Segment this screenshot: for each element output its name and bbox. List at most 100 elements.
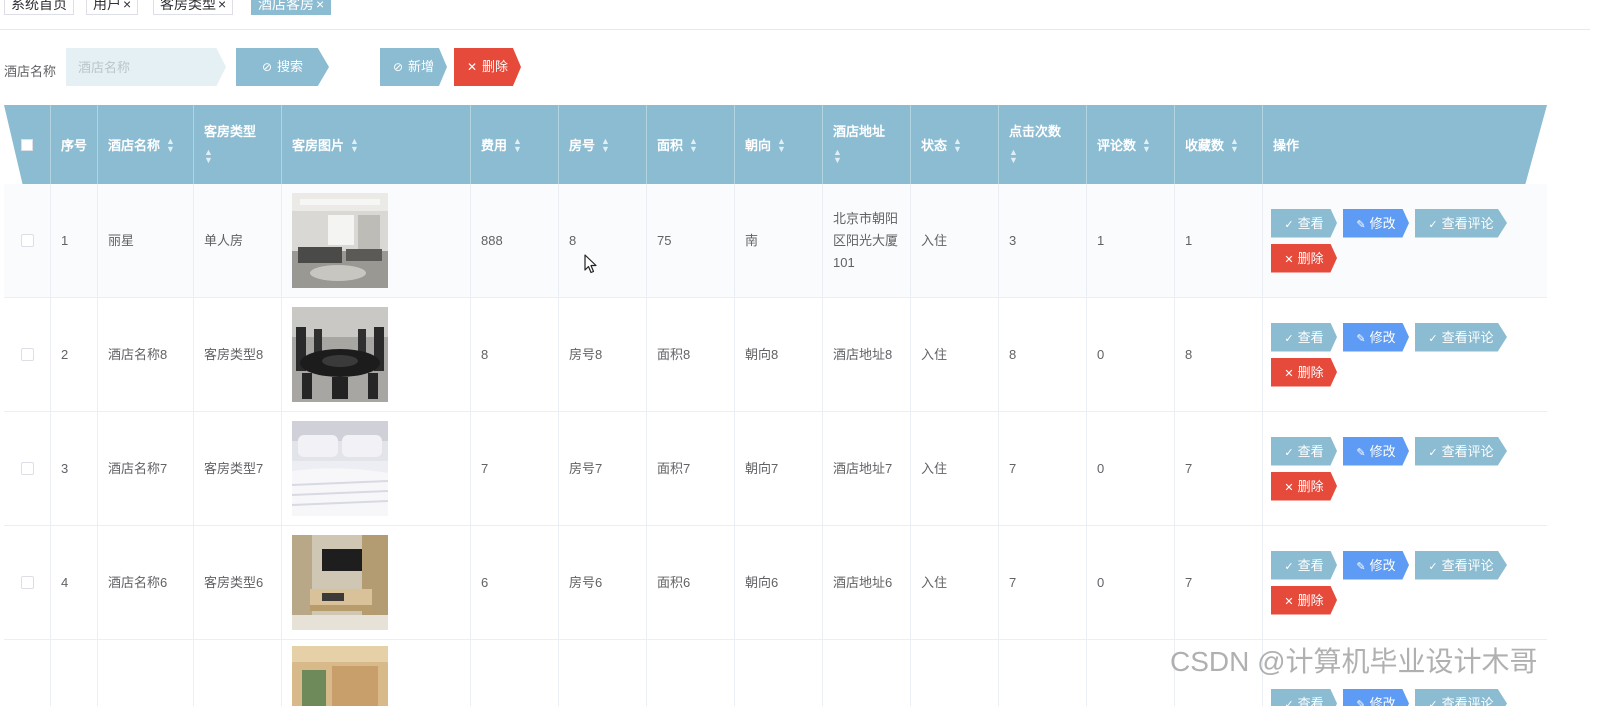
add-button[interactable]: ⊘ 新增 [380,48,447,86]
clicks-cell: 7 [999,526,1087,639]
close-icon[interactable]: × [218,0,226,12]
view-comments-button[interactable]: ✓ 查看评论 [1415,208,1507,238]
view-button[interactable]: ✓ 查看 [1271,550,1337,580]
select-all-checkbox[interactable] [21,138,33,151]
row-checkbox[interactable] [20,462,34,475]
row-select-cell [4,412,51,525]
edit-button[interactable]: ✎ 修改 [1343,322,1409,352]
column-header-status[interactable]: 状态 ▲ ▼ [911,105,999,184]
edit-button-label: 修改 [1369,557,1396,573]
select-all-cell [4,105,51,184]
view-comments-button-label: 查看评论 [1441,215,1494,231]
address-cell: 酒店地址7 [823,412,911,525]
sort-icon[interactable]: ▲ ▼ [1230,136,1239,153]
edit-button-label: 修改 [1369,696,1396,706]
room-image[interactable] [292,193,388,288]
column-header-clicks[interactable]: 点击次数 ▲ ▼ [999,105,1087,184]
room-image[interactable] [292,421,388,516]
index-cell: 4 [51,526,98,639]
delete-button[interactable]: ✕ 删除 [1271,585,1337,615]
sort-icon[interactable]: ▲ ▼ [777,136,786,153]
add-button-label: 新增 [408,59,435,74]
sort-icon[interactable]: ▲ ▼ [513,136,522,153]
column-header-label: 费用 [481,138,508,153]
row-checkbox[interactable] [20,576,34,589]
close-icon[interactable]: × [123,0,131,12]
room-image[interactable] [292,646,388,706]
sort-icon[interactable]: ▲ ▼ [833,148,842,165]
batch-delete-button[interactable]: ✕ 删除 [454,48,521,86]
row-select-cell [4,640,51,706]
edit-button[interactable]: ✎ 修改 [1343,436,1409,466]
room-type-cell [194,640,282,706]
column-header-fee[interactable]: 费用 ▲ ▼ [471,105,559,184]
tab-label: 系统首页 [11,0,67,12]
edit-button[interactable]: ✎ 修改 [1343,550,1409,580]
column-header-label: 朝向 [745,138,772,153]
search-button[interactable]: ⊘ 搜索 [236,48,329,86]
sort-icon[interactable]: ▲ ▼ [204,148,213,165]
column-header-label: 客房图片 [292,138,345,153]
room-image-cell [282,640,471,706]
tab-hotel-rooms[interactable]: 酒店客房 × [251,0,332,15]
column-header-area[interactable]: 面积 ▲ ▼ [647,105,735,184]
sort-icon[interactable]: ▲ ▼ [953,136,962,153]
hotel-name-search-input[interactable] [66,48,226,86]
sort-icon[interactable]: ▲ ▼ [1142,136,1151,153]
status-cell: 入住 [911,526,999,639]
view-button[interactable]: ✓ 查看 [1271,689,1337,706]
delete-button[interactable]: ✕ 删除 [1271,243,1337,273]
view-button-label: 查看 [1297,215,1324,231]
fee-cell: 7 [471,412,559,525]
view-button[interactable]: ✓ 查看 [1271,322,1337,352]
sort-icon[interactable]: ▲ ▼ [689,136,698,153]
status-cell [911,640,999,706]
view-button[interactable]: ✓ 查看 [1271,436,1337,466]
comments-cell: 0 [1087,526,1175,639]
row-checkbox[interactable] [20,348,34,361]
column-header-room-image[interactable]: 客房图片 ▲ ▼ [282,105,471,184]
column-header-label: 点击次数 [1009,124,1062,139]
view-comments-button[interactable]: ✓ 查看评论 [1415,322,1507,352]
column-header-room-number[interactable]: 房号 ▲ ▼ [559,105,647,184]
column-header-address[interactable]: 酒店地址 ▲ ▼ [823,105,911,184]
room-number-cell: 房号8 [559,298,647,411]
edit-button-label: 修改 [1369,329,1396,345]
facing-cell: 朝向8 [735,298,823,411]
tab-users[interactable]: 用户 × [86,0,139,15]
view-comments-button[interactable]: ✓ 查看评论 [1415,436,1507,466]
column-header-hotel-name[interactable]: 酒店名称 ▲ ▼ [98,105,194,184]
column-header-room-type[interactable]: 客房类型 ▲ ▼ [194,105,282,184]
sort-icon[interactable]: ▲ ▼ [601,136,610,153]
room-image[interactable] [292,535,388,630]
edit-button[interactable]: ✎ 修改 [1343,208,1409,238]
view-comments-button[interactable]: ✓ 查看评论 [1415,550,1507,580]
tab-room-types[interactable]: 客房类型 × [153,0,234,15]
view-comments-button[interactable]: ✓ 查看评论 [1415,689,1507,706]
check-circle-icon: ⊘ [392,60,404,74]
view-button-label: 查看 [1297,557,1324,573]
column-header-facing[interactable]: 朝向 ▲ ▼ [735,105,823,184]
view-button[interactable]: ✓ 查看 [1271,208,1337,238]
close-icon[interactable]: × [316,0,324,12]
column-header-comments[interactable]: 评论数 ▲ ▼ [1087,105,1175,184]
room-image-cell [282,412,471,525]
sort-icon[interactable]: ▲ ▼ [1009,148,1018,165]
row-select-cell [4,184,51,297]
hotel-name-cell: 酒店名称7 [98,412,194,525]
room-image[interactable] [292,307,388,402]
sort-icon[interactable]: ▲ ▼ [166,136,175,153]
fee-cell [471,640,559,706]
facing-cell: 朝向7 [735,412,823,525]
tab-home[interactable]: 系统首页 [4,0,74,15]
column-header-favorites[interactable]: 收藏数 ▲ ▼ [1175,105,1263,184]
edit-button[interactable]: ✎ 修改 [1343,689,1409,706]
view-button-label: 查看 [1297,696,1324,706]
column-header-label: 操作 [1273,138,1300,153]
room-number-cell: 房号7 [559,412,647,525]
delete-button[interactable]: ✕ 删除 [1271,357,1337,387]
delete-button[interactable]: ✕ 删除 [1271,471,1337,501]
row-checkbox[interactable] [20,234,34,247]
sort-icon[interactable]: ▲ ▼ [350,136,359,153]
column-header-label: 收藏数 [1185,138,1225,153]
